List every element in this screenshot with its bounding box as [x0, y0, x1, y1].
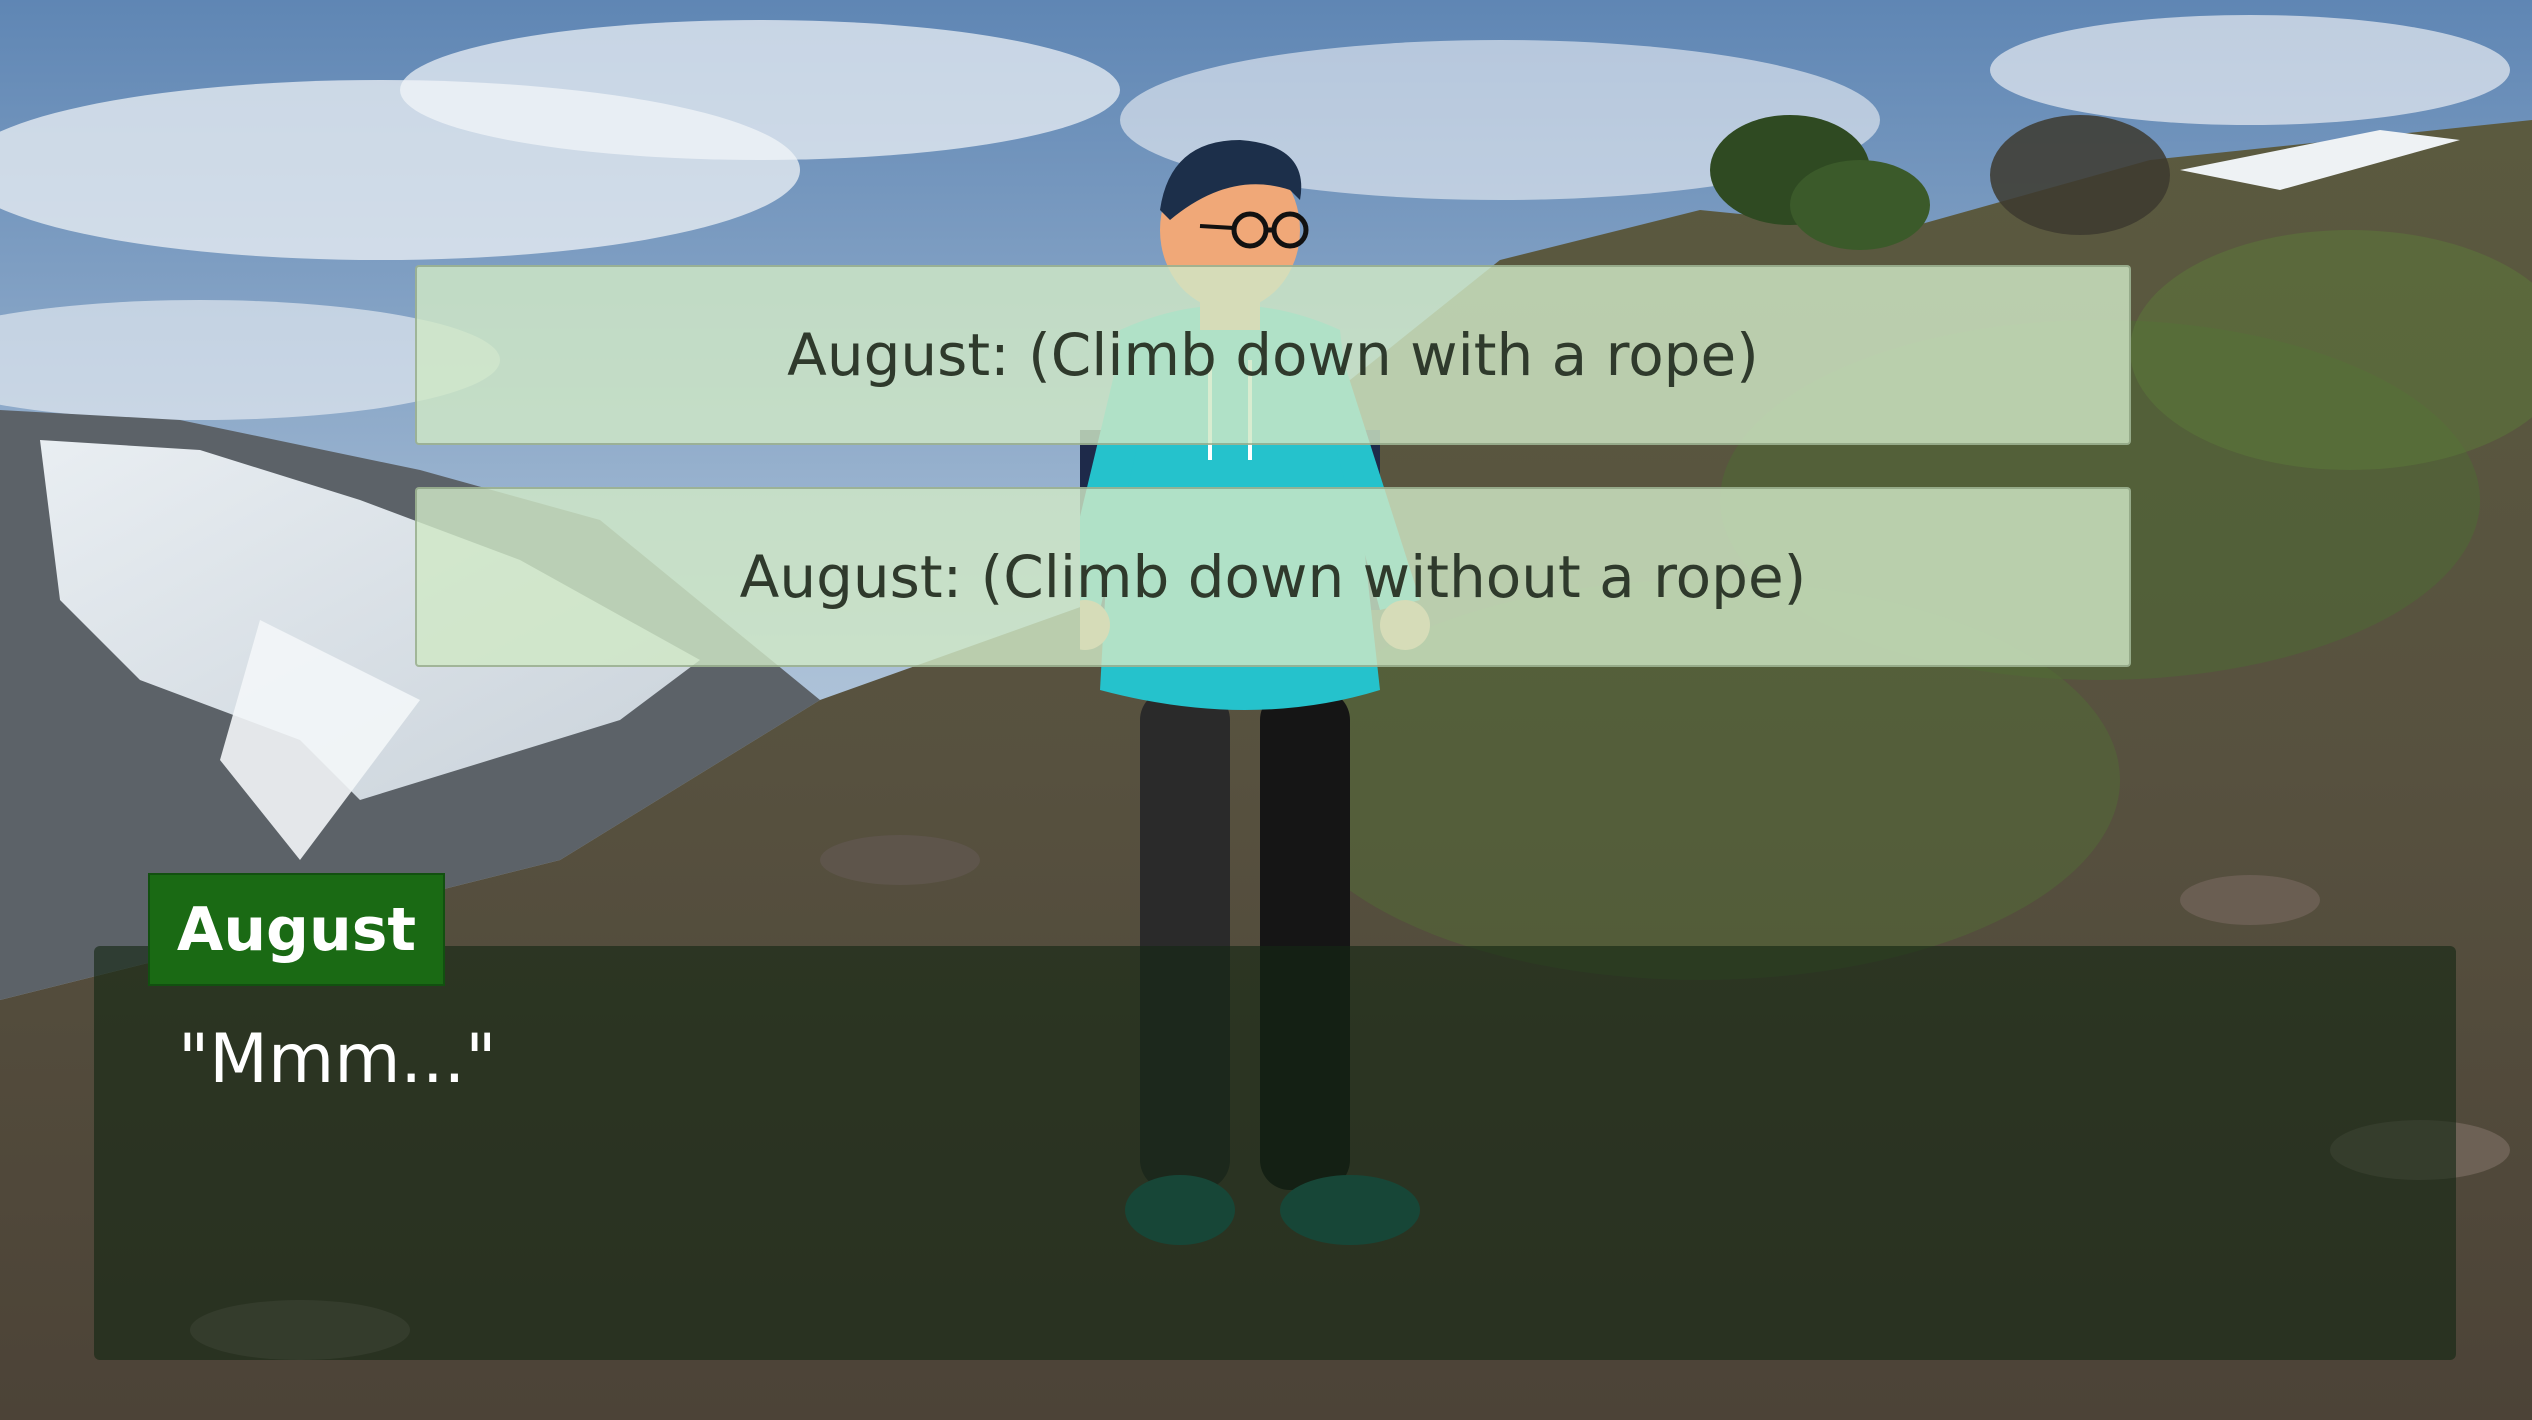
choice-label: August: (Climb down with a rope) [787, 321, 1759, 389]
dialogue-box[interactable] [94, 946, 2456, 1360]
speaker-name: August [176, 894, 417, 965]
game-stage: August: (Climb down with a rope) August:… [0, 0, 2532, 1420]
choice-climb-with-rope[interactable]: August: (Climb down with a rope) [415, 265, 2131, 445]
choice-climb-without-rope[interactable]: August: (Climb down without a rope) [415, 487, 2131, 667]
choice-label: August: (Climb down without a rope) [739, 543, 1807, 611]
dialogue-text: "Mmm..." [178, 1020, 497, 1099]
speaker-name-box: August [148, 873, 445, 986]
